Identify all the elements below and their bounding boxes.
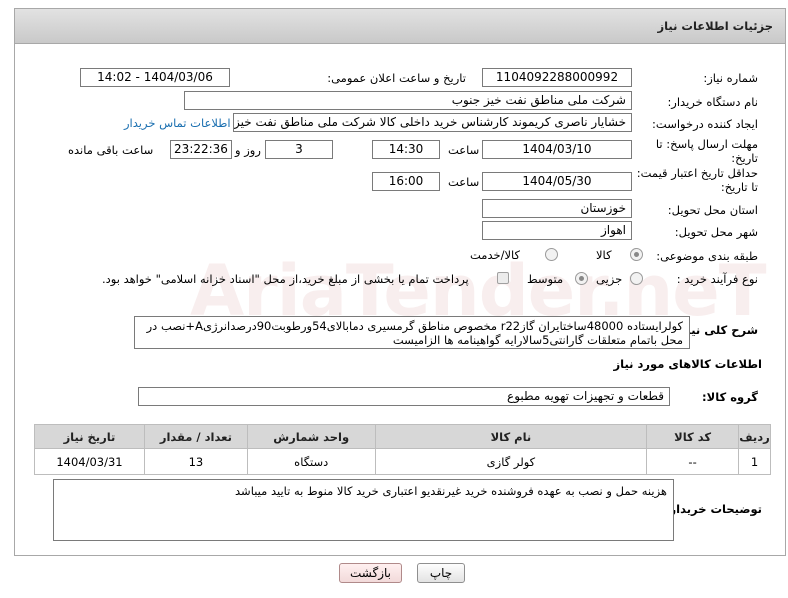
- process-medium-radio[interactable]: [575, 272, 588, 285]
- cell-name: کولر گازی: [374, 448, 648, 475]
- category-label: طبقه بندی موضوعی:: [656, 249, 758, 263]
- process-medium-label: متوسط: [527, 272, 564, 286]
- category-goods-service-label: کالا/خدمت: [470, 248, 521, 262]
- province-label: استان محل تحویل:: [667, 203, 758, 217]
- buyer-field: شرکت ملی مناطق نفت خیز جنوب: [184, 91, 632, 110]
- need-number-label: شماره نیاز:: [703, 71, 758, 85]
- process-minor-radio[interactable]: [630, 272, 643, 285]
- treasury-payment-checkbox[interactable]: [497, 272, 509, 284]
- cell-row: 1: [738, 448, 771, 475]
- col-code-header: کد کالا: [646, 424, 740, 449]
- deadline-time-label: ساعت: [448, 143, 480, 157]
- need-number-field: 1104092288000992: [482, 68, 632, 87]
- announce-field: 1404/03/06 - 14:02: [80, 68, 230, 87]
- time-remaining-field: 23:22:36: [170, 140, 232, 159]
- payment-note: پرداخت تمام یا بخشی از مبلغ خرید،از محل …: [102, 272, 469, 286]
- province-field: خوزستان: [482, 199, 632, 218]
- city-label: شهر محل تحویل:: [674, 225, 758, 239]
- col-date-header: تاریخ نیاز: [34, 424, 145, 449]
- contact-buyer-link[interactable]: اطلاعات تماس خریدار: [124, 116, 231, 130]
- panel-header: جزئیات اطلاعات نیاز: [15, 9, 785, 44]
- category-goods-label: کالا: [596, 248, 612, 262]
- print-button[interactable]: چاپ: [417, 563, 465, 583]
- city-field: اهواز: [482, 221, 632, 240]
- price-time-field: 16:00: [372, 172, 440, 191]
- col-unit-header: واحد شمارش: [246, 424, 376, 449]
- time-remaining-label: ساعت باقی مانده: [68, 143, 154, 157]
- buyer-label: نام دستگاه خریدار:: [667, 95, 758, 109]
- col-qty-header: تعداد / مقدار: [143, 424, 248, 449]
- cell-code: --: [646, 448, 740, 475]
- deadline-date-field: 1404/03/10: [482, 140, 632, 159]
- cell-date: 1404/03/31: [34, 448, 145, 475]
- price-time-label: ساعت: [448, 175, 480, 189]
- creator-field: خشایار ناصری کریموند کارشناس خرید داخلی …: [233, 113, 632, 132]
- table-row: 1 -- کولر گازی دستگاه 13 1404/03/31: [34, 448, 771, 475]
- cell-unit: دستگاه: [246, 448, 376, 475]
- category-goods-radio[interactable]: [630, 248, 643, 261]
- category-goods-service-radio[interactable]: [545, 248, 558, 261]
- creator-label: ایجاد کننده درخواست:: [652, 117, 758, 131]
- price-validity-label-2: تا تاریخ:: [720, 180, 758, 194]
- goods-info-title: اطلاعات کالاهای مورد نیاز: [613, 357, 762, 371]
- col-name-header: نام کالا: [374, 424, 648, 449]
- col-row-header: ردیف: [738, 424, 771, 449]
- deadline-label-2: تاریخ:: [731, 151, 758, 165]
- price-date-field: 1404/05/30: [482, 172, 632, 191]
- buyer-notes-label: توضیحات خریدار:: [664, 502, 762, 516]
- announce-label: تاریخ و ساعت اعلان عمومی:: [327, 71, 466, 85]
- buyer-notes-field: هزینه حمل و نصب به عهده فروشنده خرید غیر…: [53, 479, 674, 541]
- panel-title: جزئیات اطلاعات نیاز: [657, 19, 773, 33]
- goods-group-field: قطعات و تجهیزات تهویه مطبوع: [138, 387, 670, 406]
- description-field: کولرایستاده 48000ساختایران گازr22 مخصوص …: [134, 316, 690, 349]
- deadline-label: مهلت ارسال پاسخ: تا: [655, 137, 758, 151]
- deadline-time-field: 14:30: [372, 140, 440, 159]
- days-remaining-field: 3: [265, 140, 333, 159]
- back-button[interactable]: بازگشت: [339, 563, 402, 583]
- cell-qty: 13: [143, 448, 248, 475]
- goods-group-label: گروه کالا:: [702, 390, 758, 404]
- days-label: روز و: [235, 143, 261, 157]
- process-minor-label: جزیی: [596, 272, 623, 286]
- price-validity-label: حداقل تاریخ اعتبار قیمت:: [636, 166, 758, 180]
- process-label: نوع فرآیند خرید :: [676, 272, 758, 286]
- goods-table: ردیف کد کالا نام کالا واحد شمارش تعداد /…: [34, 424, 771, 475]
